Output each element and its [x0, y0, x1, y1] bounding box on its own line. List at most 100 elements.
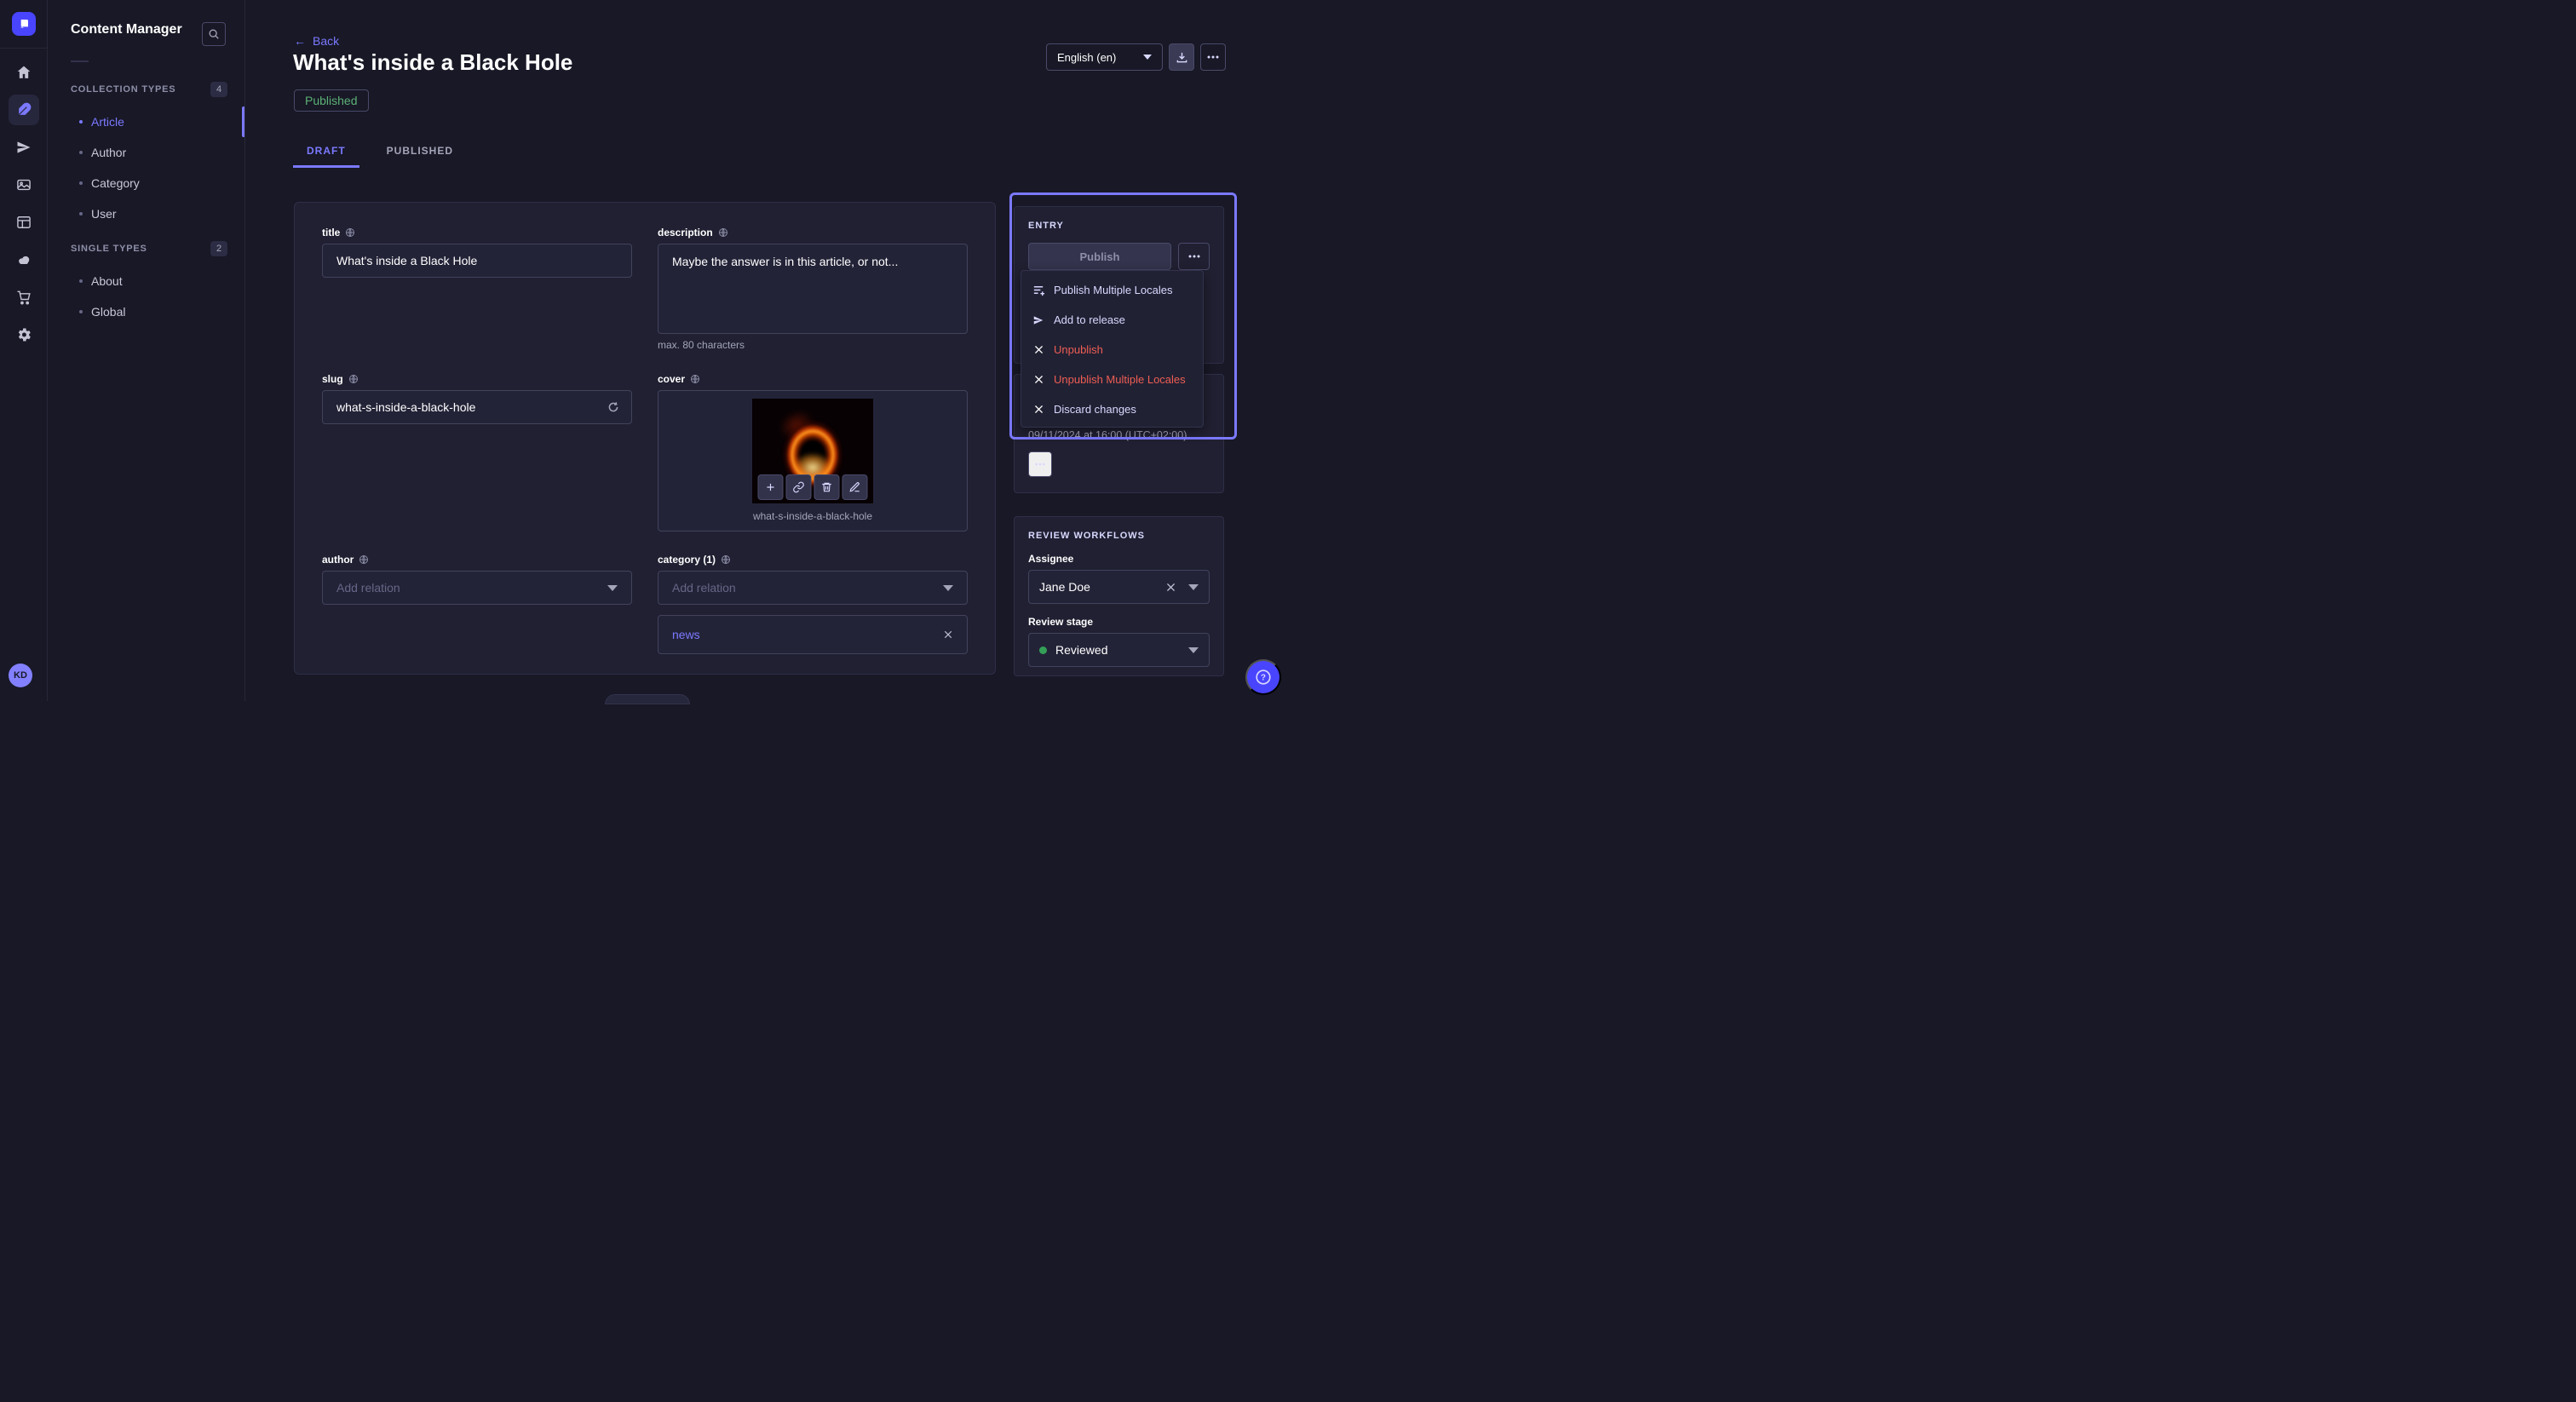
description-field-label: description: [658, 227, 713, 238]
category-relation-item: news: [658, 615, 968, 654]
menu-item-label: Unpublish Multiple Locales: [1054, 373, 1186, 386]
assignee-label: Assignee: [1028, 553, 1210, 565]
content-manager-sidebar: Content Manager COLLECTION TYPES 4 Artic…: [48, 0, 245, 701]
globe-icon: [721, 554, 731, 565]
menu-item-unpublish[interactable]: Unpublish: [1021, 335, 1203, 365]
clear-assignee-icon[interactable]: [1165, 582, 1176, 593]
paper-plane-icon: [1032, 314, 1045, 326]
edit-media-button[interactable]: [842, 474, 868, 500]
sidebar-divider: [71, 60, 89, 62]
home-icon[interactable]: [9, 57, 39, 88]
rail-divider: [0, 48, 47, 49]
menu-item-add-to-release[interactable]: Add to release: [1021, 305, 1203, 335]
cover-media-box: what-s-inside-a-black-hole: [658, 390, 968, 531]
description-textarea[interactable]: Maybe the answer is in this article, or …: [658, 244, 968, 334]
slug-input[interactable]: what-s-inside-a-black-hole: [322, 390, 632, 424]
chevron-down-icon: [1188, 647, 1199, 653]
page-title: What's inside a Black Hole: [293, 49, 572, 76]
cart-icon[interactable]: [9, 282, 39, 313]
bullet-icon: [79, 310, 83, 313]
menu-item-unpublish-multiple-locales[interactable]: Unpublish Multiple Locales: [1021, 365, 1203, 394]
paper-plane-icon[interactable]: [9, 132, 39, 163]
sidebar-item-label: Category: [91, 176, 140, 190]
review-workflows-panel: REVIEW WORKFLOWS Assignee Jane Doe Revie…: [1014, 516, 1224, 676]
trash-icon: [821, 481, 833, 493]
publish-button[interactable]: Publish: [1028, 243, 1171, 270]
sidebar-item-user[interactable]: User: [48, 198, 244, 229]
single-types-list: About Global: [48, 266, 244, 327]
menu-item-publish-multiple-locales[interactable]: Publish Multiple Locales: [1021, 275, 1203, 305]
back-label: Back: [313, 34, 339, 48]
download-icon: [1176, 51, 1188, 64]
sidebar-item-global[interactable]: Global: [48, 296, 244, 327]
layout-icon[interactable]: [9, 207, 39, 238]
category-field-label: category (1): [658, 554, 716, 566]
cover-field-label: cover: [658, 373, 685, 385]
main-content: ← Back What's inside a Black Hole Publis…: [245, 0, 1288, 701]
back-link[interactable]: ← Back: [294, 34, 339, 48]
review-stage-combobox[interactable]: Reviewed: [1028, 633, 1210, 667]
svg-text:?: ?: [1261, 674, 1266, 683]
sidebar-item-category[interactable]: Category: [48, 168, 244, 198]
status-badge: Published: [294, 89, 369, 112]
images-icon[interactable]: [9, 170, 39, 200]
tab-published[interactable]: PUBLISHED: [373, 136, 467, 168]
tab-draft[interactable]: DRAFT: [293, 136, 359, 168]
field-title: title What's inside a Black Hole: [322, 227, 632, 351]
regenerate-slug-icon[interactable]: [605, 399, 622, 416]
locale-select[interactable]: English (en): [1046, 43, 1163, 71]
nav-rail: KD: [0, 0, 48, 701]
ellipsis-icon: [1207, 55, 1219, 59]
slug-input-value: what-s-inside-a-black-hole: [336, 400, 475, 414]
details-more-button[interactable]: [1028, 451, 1052, 477]
remove-relation-button[interactable]: [943, 629, 953, 640]
help-button[interactable]: ?: [1245, 659, 1281, 695]
app-window: KD Content Manager COLLECTION TYPES 4 Ar…: [0, 0, 1288, 701]
collection-types-count-badge: 4: [210, 82, 227, 97]
sidebar-title: Content Manager: [71, 22, 182, 37]
add-media-button[interactable]: [758, 474, 784, 500]
list-plus-icon: [1032, 284, 1045, 296]
sidebar-item-author[interactable]: Author: [48, 137, 244, 168]
bullet-icon: [79, 212, 83, 215]
edit-form-panel: title What's inside a Black Hole descrip…: [294, 202, 996, 675]
title-input[interactable]: What's inside a Black Hole: [322, 244, 632, 278]
copy-link-button[interactable]: [786, 474, 812, 500]
sidebar-item-about[interactable]: About: [48, 266, 244, 296]
menu-item-discard-changes[interactable]: Discard changes: [1021, 394, 1203, 424]
plus-icon: [765, 481, 777, 493]
sidebar-item-article[interactable]: Article: [48, 106, 244, 137]
delete-media-button[interactable]: [814, 474, 840, 500]
strapi-logo-icon: [15, 15, 32, 32]
search-icon: [208, 28, 220, 40]
category-relation-combobox[interactable]: Add relation: [658, 571, 968, 605]
chevron-down-icon: [943, 585, 953, 591]
publish-row: Publish: [1028, 243, 1210, 270]
sidebar-item-label: About: [91, 274, 123, 288]
entry-more-button[interactable]: [1178, 243, 1210, 270]
user-avatar[interactable]: KD: [9, 664, 32, 687]
single-types-header: SINGLE TYPES 2: [48, 241, 244, 256]
entry-heading: ENTRY: [1028, 221, 1210, 231]
gear-icon[interactable]: [9, 319, 39, 350]
search-button[interactable]: [202, 22, 226, 46]
chevron-down-icon: [1188, 584, 1199, 590]
pencil-icon: [849, 481, 861, 493]
cloud-icon[interactable]: [9, 244, 39, 275]
author-placeholder: Add relation: [336, 581, 400, 595]
category-tag-news[interactable]: news: [672, 628, 700, 641]
sidebar-item-label: Global: [91, 305, 125, 319]
cross-icon: [1032, 344, 1045, 355]
globe-icon: [348, 374, 359, 384]
assignee-combobox[interactable]: Jane Doe: [1028, 570, 1210, 604]
author-relation-combobox[interactable]: Add relation: [322, 571, 632, 605]
review-stage-label: Review stage: [1028, 616, 1210, 628]
locale-value: English (en): [1057, 51, 1116, 64]
field-category: category (1) Add relation news: [658, 554, 968, 654]
header-more-button[interactable]: [1200, 43, 1226, 71]
collection-types-label: COLLECTION TYPES: [71, 84, 175, 95]
download-button[interactable]: [1169, 43, 1194, 71]
strapi-logo[interactable]: [12, 12, 36, 36]
feather-icon[interactable]: [9, 95, 39, 125]
globe-icon: [359, 554, 369, 565]
